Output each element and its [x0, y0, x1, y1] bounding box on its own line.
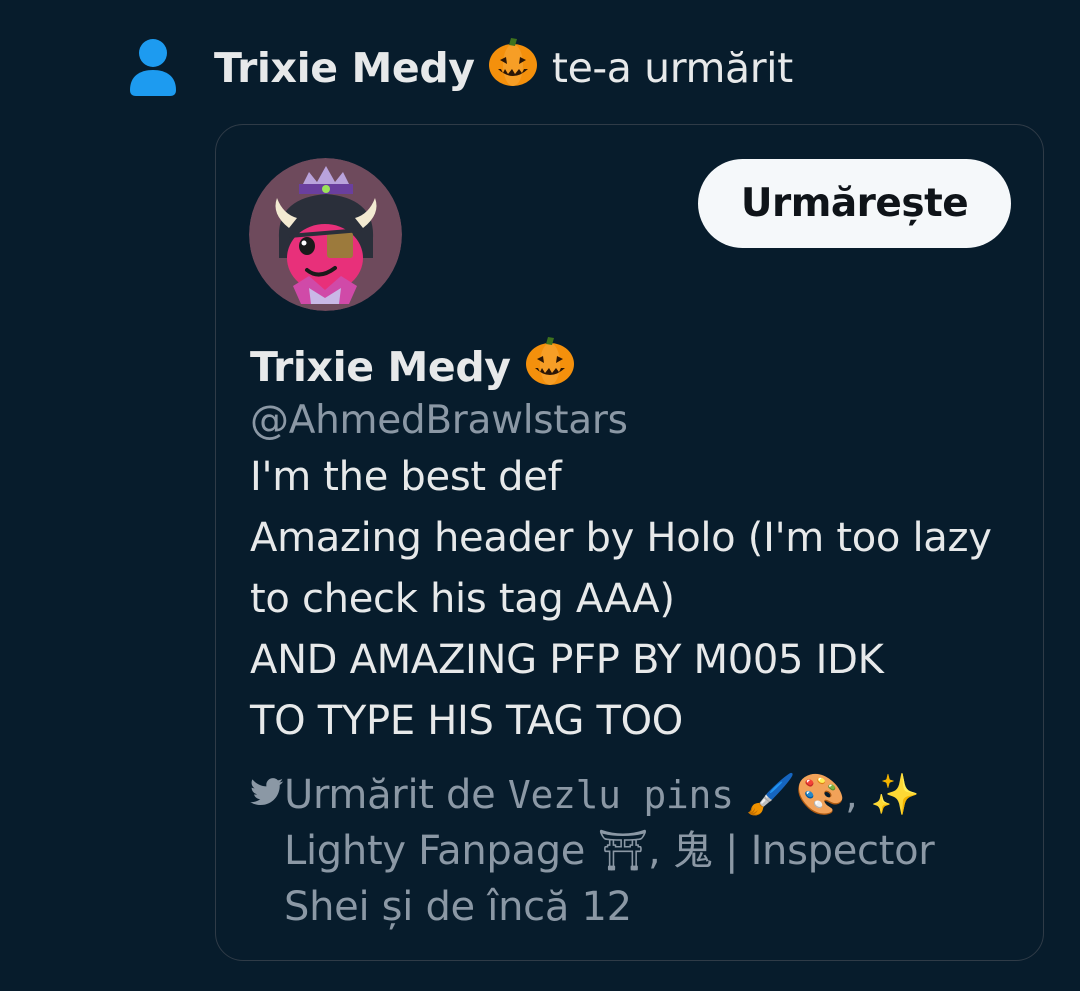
- notification-action-text: te-a urmărit: [551, 44, 793, 92]
- bio-line: Amazing header by Holo (I'm too lazy: [250, 515, 992, 561]
- separator: ,: [845, 772, 870, 818]
- followed-by-context[interactable]: Urmărit de Vezlu pins 🖌️🎨, ✨ Lighty Fanp…: [250, 767, 1030, 935]
- profile-bio: I'm the best def Amazing header by Holo …: [250, 447, 1030, 752]
- bio-line: AND AMAZING PFP BY M005 IDK: [250, 637, 884, 683]
- person-icon: [130, 39, 176, 96]
- bird-icon: [250, 778, 284, 806]
- profile-handle[interactable]: @AhmedBrawlstars: [250, 395, 628, 447]
- pumpkin-icon: [524, 335, 576, 399]
- profile-card[interactable]: Urmărește Trixie Medy @AhmedBrawlstars I…: [215, 124, 1044, 961]
- sparkles-icon: ✨: [869, 772, 920, 818]
- profile-name-text[interactable]: Trixie Medy: [250, 343, 511, 391]
- follower-name-vezlu[interactable]: Vezlu pins: [508, 773, 734, 817]
- follow-button[interactable]: Urmărește: [698, 159, 1011, 248]
- follower-name-inspector-cont[interactable]: Shei: [284, 884, 370, 930]
- bio-line: TO TYPE HIS TAG TOO: [250, 698, 683, 744]
- followed-by-suffix: și de încă 12: [369, 884, 632, 930]
- follower-name-inspector[interactable]: Inspector: [751, 828, 935, 874]
- bio-line: to check his tag AAA): [250, 576, 675, 622]
- follow-notification[interactable]: Trixie Medy te-a urmărit: [0, 0, 1080, 124]
- bio-line: I'm the best def: [250, 454, 562, 500]
- brush-palette-icon: 🖌️🎨: [746, 772, 846, 818]
- avatar[interactable]: [249, 158, 402, 311]
- pumpkin-icon: [487, 36, 539, 100]
- notification-text: Trixie Medy te-a urmărit: [214, 36, 793, 100]
- follower-emojis: [734, 772, 746, 818]
- notification-actor-name[interactable]: Trixie Medy: [214, 44, 475, 92]
- followed-by-prefix: Urmărit de: [284, 772, 508, 818]
- separator: |: [712, 828, 751, 874]
- follower-name-lighty[interactable]: Lighty Fanpage ⛩, 鬼: [284, 828, 713, 874]
- profile-name[interactable]: Trixie Medy: [250, 335, 576, 399]
